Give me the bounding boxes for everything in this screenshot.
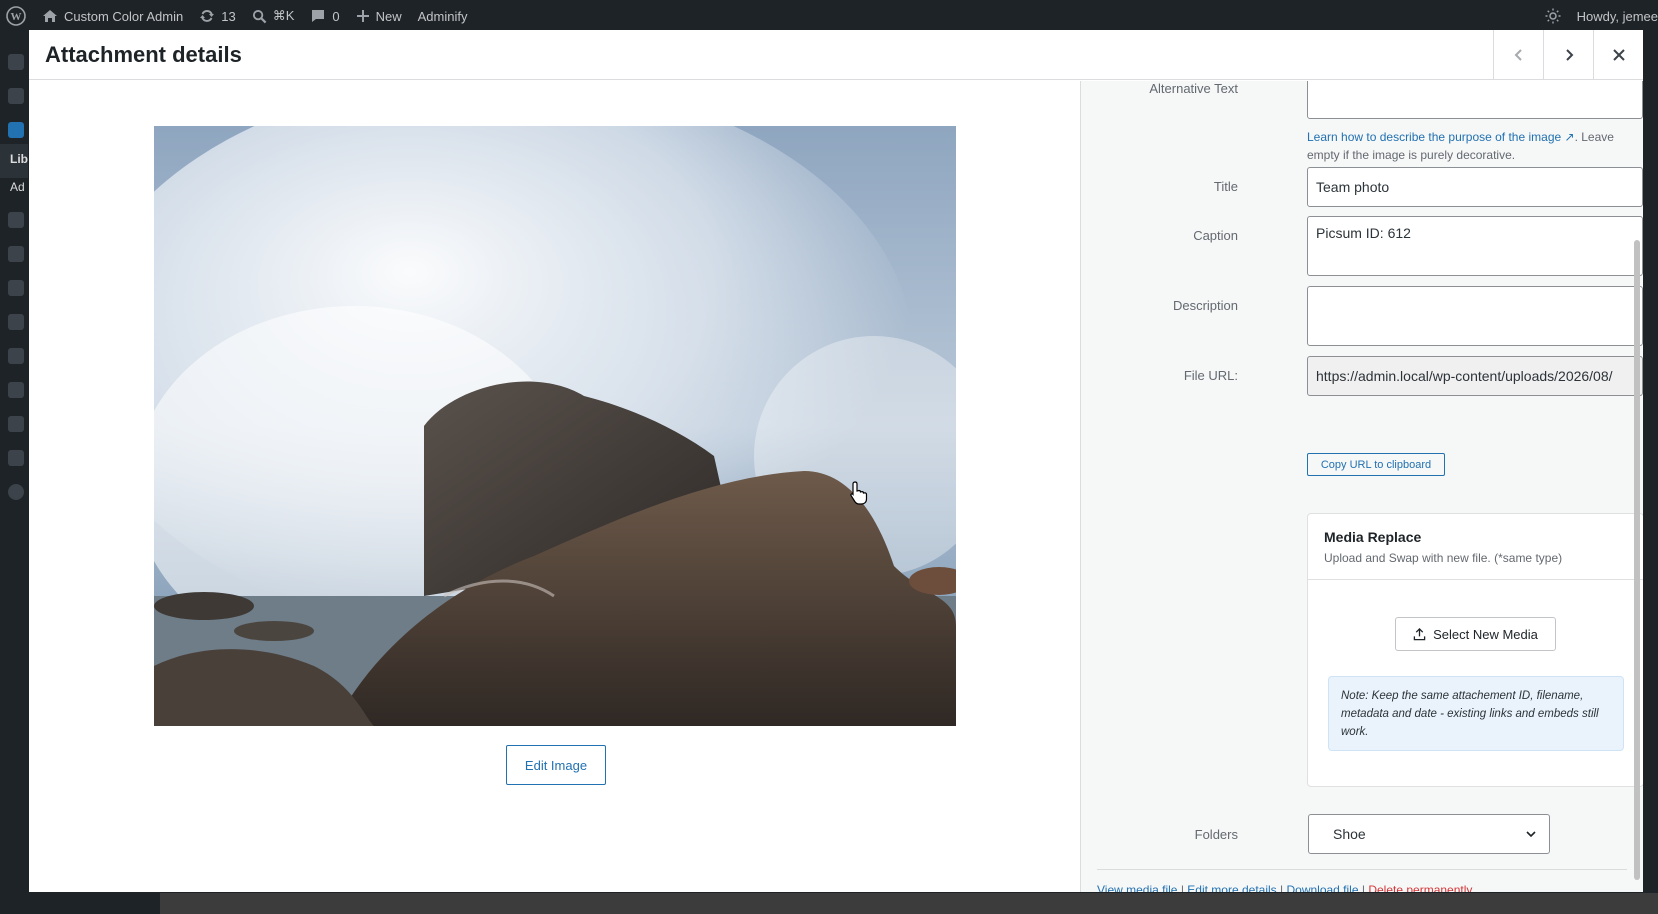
description-label: Description: [1172, 298, 1238, 313]
attachment-actions: View media file | Edit more details | Do…: [1097, 883, 1472, 892]
search-shortcut[interactable]: ⌘K: [244, 0, 303, 32]
edit-more-details-link[interactable]: Edit more details: [1187, 883, 1276, 892]
select-new-media-label: Select New Media: [1433, 626, 1538, 642]
modal-header: Attachment details: [29, 30, 1643, 80]
view-media-file-link[interactable]: View media file: [1097, 883, 1177, 892]
separator: |: [1361, 883, 1365, 892]
file-url-label: File URL:: [1183, 368, 1238, 383]
comment-icon: [312, 10, 325, 22]
folders-selected: Shoe: [1333, 826, 1366, 842]
close-icon: [1612, 49, 1625, 61]
comments-link[interactable]: 0: [302, 0, 347, 32]
copy-url-button[interactable]: Copy URL to clipboard: [1307, 453, 1445, 476]
pages-icon[interactable]: [8, 212, 24, 228]
new-content-link[interactable]: New: [348, 0, 410, 32]
pointer-cursor-icon: [849, 481, 869, 510]
delete-permanently-link[interactable]: Delete permanently: [1368, 883, 1472, 892]
plus-icon: [356, 10, 369, 22]
svg-text:W: W: [11, 11, 22, 23]
updates-icon: [200, 10, 215, 22]
next-button[interactable]: [1543, 30, 1593, 80]
tools-icon[interactable]: [8, 416, 24, 432]
users-icon[interactable]: [8, 382, 24, 398]
search-icon: [252, 9, 267, 23]
folders-select[interactable]: Shoe: [1308, 814, 1550, 854]
separator: |: [1180, 883, 1184, 892]
attachment-details-modal: Attachment details Edit Image Alternativ…: [29, 30, 1643, 892]
search-shortcut-label: ⌘K: [272, 8, 295, 23]
attachment-image: [154, 126, 956, 726]
attachment-details-sidebar: Alternative Text Learn how to describe t…: [1080, 81, 1643, 892]
description-field[interactable]: [1307, 286, 1643, 346]
menu-library-label[interactable]: Lib: [10, 152, 28, 166]
file-url-field[interactable]: https://admin.local/wp-content/uploads/2…: [1307, 356, 1643, 396]
sun-icon: [1545, 8, 1561, 24]
theme-toggle[interactable]: [1537, 0, 1569, 32]
pin-icon[interactable]: [8, 88, 24, 104]
previous-button[interactable]: [1493, 30, 1543, 80]
alt-text-help: Learn how to describe the purpose of the…: [1307, 128, 1643, 164]
plugins-icon[interactable]: [8, 314, 24, 330]
site-name-link[interactable]: Custom Color Admin: [34, 0, 191, 32]
admin-bar: W Custom Color Admin 13 ⌘K 0 New Adminif…: [0, 0, 1658, 32]
site-name: Custom Color Admin: [64, 8, 184, 24]
separator: |: [1280, 883, 1284, 892]
brush-icon[interactable]: [8, 348, 24, 364]
caption-field[interactable]: Picsum ID: 612: [1307, 216, 1643, 276]
download-file-link[interactable]: Download file: [1286, 883, 1358, 892]
chevron-right-icon: [1565, 49, 1573, 61]
adminify-link[interactable]: Adminify: [410, 0, 476, 32]
settings-icon[interactable]: [8, 450, 24, 466]
alt-text-label: Alternative Text: [1149, 81, 1238, 96]
alt-text-field[interactable]: [1307, 81, 1643, 119]
updates-count: 13: [221, 8, 236, 24]
dashboard-icon[interactable]: [8, 54, 24, 70]
updates-link[interactable]: 13: [191, 0, 243, 32]
media-replace-panel: Media Replace Upload and Swap with new f…: [1307, 513, 1643, 787]
page-background-strip: [160, 893, 1658, 914]
actions-divider: [1097, 869, 1627, 870]
adminify-label: Adminify: [417, 8, 468, 24]
media-replace-title: Media Replace: [1324, 529, 1422, 545]
comments-count: 0: [332, 8, 340, 24]
close-button[interactable]: [1593, 30, 1643, 80]
caption-label: Caption: [1193, 228, 1238, 243]
select-new-media-button[interactable]: Select New Media: [1395, 617, 1556, 651]
sidebar-scrollbar[interactable]: [1634, 240, 1640, 880]
chevron-left-icon: [1514, 49, 1522, 61]
media-replace-note: Note: Keep the same attachement ID, file…: [1328, 676, 1624, 751]
admin-side-menu: Lib Ad: [0, 32, 28, 914]
media-replace-header: Media Replace Upload and Swap with new f…: [1308, 514, 1643, 580]
collapse-icon[interactable]: [8, 484, 24, 500]
folders-label: Folders: [1194, 827, 1238, 842]
external-link-icon: ↗: [1561, 130, 1575, 144]
comments-menu-icon[interactable]: [8, 246, 24, 262]
wordpress-logo-icon[interactable]: W: [0, 0, 34, 32]
appearance-icon[interactable]: [8, 280, 24, 296]
alt-help-link[interactable]: Learn how to describe the purpose of the…: [1307, 130, 1561, 144]
new-label: New: [375, 8, 402, 24]
home-icon: [43, 10, 57, 22]
menu-add-label[interactable]: Ad: [10, 180, 25, 194]
modal-title: Attachment details: [45, 42, 242, 67]
media-preview-area: Edit Image: [29, 81, 1079, 892]
media-icon[interactable]: [8, 122, 24, 138]
media-replace-subtitle: Upload and Swap with new file. (*same ty…: [1324, 551, 1563, 565]
chevron-down-icon: [1526, 831, 1536, 838]
user-greeting[interactable]: Howdy, jemee: [1569, 0, 1658, 32]
title-label: Title: [1213, 179, 1238, 194]
title-field[interactable]: Team photo: [1307, 167, 1643, 207]
greeting-text: Howdy, jemee: [1576, 8, 1658, 24]
edit-image-button[interactable]: Edit Image: [506, 745, 606, 785]
upload-icon: [1413, 627, 1426, 640]
